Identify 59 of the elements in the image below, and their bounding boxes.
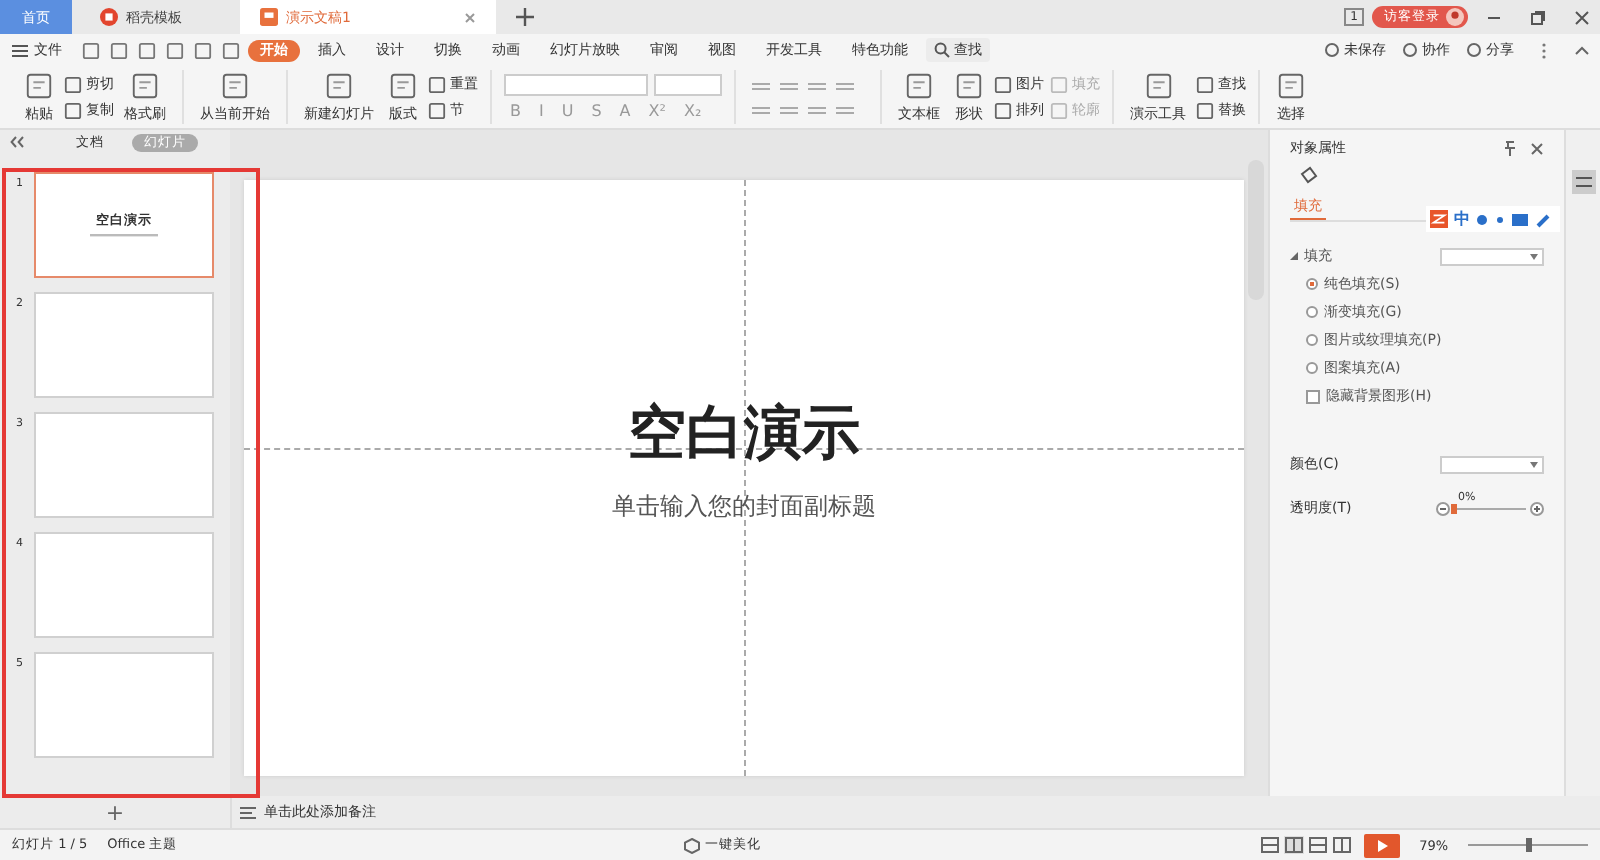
collapse-panel-icon[interactable] (10, 136, 24, 148)
radio-button[interactable] (1306, 306, 1318, 318)
action-icon (1402, 42, 1418, 58)
action-icon (1466, 42, 1482, 58)
cube-icon (683, 837, 700, 853)
tool-icon (220, 71, 250, 99)
avatar-icon (1446, 8, 1464, 26)
pin-icon[interactable] (1502, 140, 1518, 156)
view-icon[interactable] (1259, 836, 1280, 854)
radio-button[interactable] (1306, 362, 1318, 374)
play-button[interactable] (1363, 833, 1400, 857)
caret-icon (1530, 461, 1538, 467)
font-name-field[interactable] (504, 74, 648, 96)
zoom-thumb[interactable] (1525, 838, 1532, 852)
tool-icon (388, 71, 418, 99)
tool-icon (24, 71, 54, 99)
add-slide-button[interactable]: + (105, 799, 125, 825)
tool-icon (324, 71, 354, 99)
app-logo-icon (100, 8, 118, 26)
more-icon[interactable] (1540, 41, 1548, 59)
properties-icon[interactable] (1571, 170, 1595, 194)
font-size-field[interactable] (654, 74, 722, 96)
tool-icon (1276, 71, 1306, 99)
tool-icon (904, 71, 934, 99)
caret-icon (1530, 253, 1538, 259)
tool-icon (954, 71, 984, 99)
view-icon[interactable] (1283, 836, 1304, 854)
tool-icon (130, 71, 160, 99)
presentation-icon (260, 8, 278, 26)
decrease-button[interactable] (1436, 501, 1450, 515)
view-icon[interactable] (1307, 836, 1328, 854)
close-icon[interactable] (1530, 141, 1544, 155)
checkbox[interactable] (1306, 389, 1320, 403)
collapse-icon[interactable] (1574, 44, 1590, 56)
tool-icon (1143, 71, 1173, 99)
action-icon (1324, 42, 1340, 58)
color-dropdown[interactable] (1440, 455, 1544, 473)
restore-icon[interactable] (1530, 9, 1546, 25)
view-icon[interactable] (1331, 836, 1352, 854)
radio-button[interactable] (1306, 334, 1318, 346)
notes-icon (240, 805, 256, 819)
close-icon[interactable] (464, 11, 476, 23)
slide-title[interactable]: 空白演示 (628, 393, 860, 473)
subtitle-line (90, 234, 158, 238)
slide-thumbnail[interactable] (34, 292, 214, 398)
menu-icon (12, 43, 28, 57)
new-tab-icon[interactable] (516, 8, 534, 26)
slide-subtitle[interactable]: 单击输入您的封面副标题 (612, 489, 876, 523)
slide-thumbnail[interactable] (34, 652, 214, 758)
slide-thumbnail[interactable] (34, 532, 214, 638)
radio-button[interactable] (1306, 278, 1318, 290)
increase-button[interactable] (1530, 501, 1544, 515)
ime-logo-icon (1430, 210, 1448, 228)
close-icon[interactable] (1574, 9, 1590, 25)
slider-thumb[interactable] (1451, 503, 1457, 513)
slide-thumbnail[interactable] (34, 412, 214, 518)
expand-triangle-icon[interactable] (1290, 252, 1298, 260)
search-icon (934, 42, 950, 58)
ime-toolbar[interactable]: 中 (1426, 206, 1560, 232)
